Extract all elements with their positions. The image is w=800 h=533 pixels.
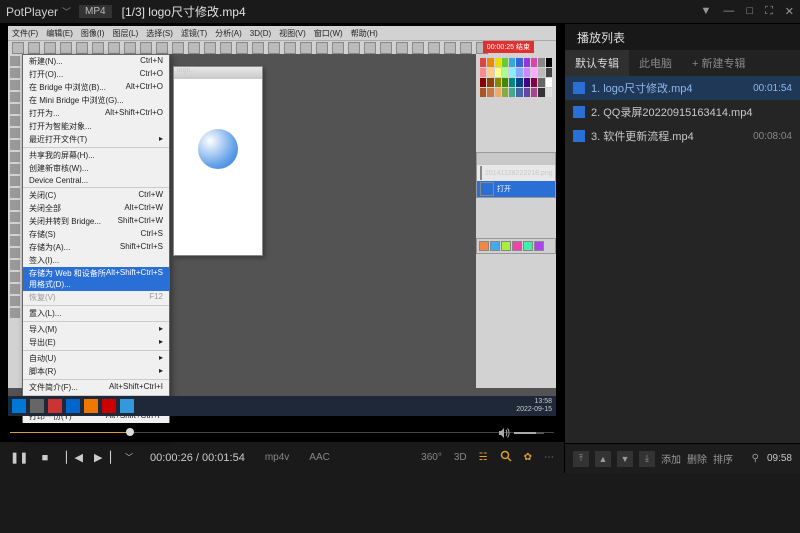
ps-document-window: logo... [173,66,263,256]
ps-doc-title: logo... [174,67,262,79]
close-icon[interactable]: ✕ [785,5,794,18]
pause-button[interactable]: ❚❚ [10,451,24,464]
fullscreen-icon[interactable]: ⛶ [765,5,773,18]
next-button[interactable]: ▶▕ [94,451,108,464]
format-badge: MP4 [79,5,112,18]
layer-filename: 20141128222218.png [485,170,553,177]
tab-computer[interactable]: 此电脑 [629,50,682,76]
ps-layers-panel: 图层 20141128222218.png 打开 [476,152,556,198]
search-icon[interactable]: ⚲ [752,453,759,464]
item-duration: 00:01:54 [753,83,792,94]
video-title: [1/3] logo尺寸修改.mp4 [122,3,246,20]
playlist-header: 播放列表 [565,24,800,50]
volume-icon[interactable] [498,427,510,439]
taskbar-date: 2022-09-15 [516,406,552,414]
tab-default-album[interactable]: 默认专辑 [565,50,629,76]
windows-taskbar: 13:582022-09-15 [8,396,556,416]
sort-button[interactable]: 排序 [713,451,733,466]
subtitle-button[interactable]: ☵ [479,452,488,463]
pin-icon[interactable]: ▼ [701,5,712,18]
search-icon[interactable] [500,450,512,465]
taskbar-time: 13:58 [516,398,552,406]
prev-button[interactable]: ▏◀ [66,451,80,464]
add-button[interactable]: 添加 [661,451,681,466]
audio-codec[interactable]: AAC [309,452,330,463]
delete-button[interactable]: 删除 [687,451,707,466]
ps-toolbox [8,54,22,388]
file-icon [573,82,585,94]
file-icon [573,106,585,118]
video-codec[interactable]: mp4v [265,452,289,463]
playlist-footer: ⤒ ▲ ▼ ⤓ 添加 删除 排序 ⚲ 09:58 [565,443,800,473]
playlist-tabs: 默认专辑 此电脑 + 新建专辑 [565,50,800,76]
playback-controls: ❚❚ ■ ▏◀ ▶▕ ﹀ 00:00:26 / 00:01:54 mp4v AA… [0,441,564,473]
playlist-item[interactable]: 1. logo尺寸修改.mp4 00:01:54 [565,76,800,100]
recording-badge: 00:00:25 结束 [483,41,534,53]
playlist-item[interactable]: 3. 软件更新流程.mp4 00:08:04 [565,124,800,148]
settings-icon[interactable]: ✿ [524,452,532,463]
seek-bar[interactable] [0,423,564,441]
footer-time: 09:58 [767,453,792,464]
item-duration: 00:08:04 [753,131,792,142]
item-name: 3. 软件更新流程.mp4 [591,128,747,144]
playlist-panel: 播放列表 默认专辑 此电脑 + 新建专辑 1. logo尺寸修改.mp4 00:0… [564,24,800,473]
video-area: 文件(F)编辑(E)图像(I)图层(L)选择(S)滤镜(T)分析(A)3D(D)… [0,24,564,473]
video-content[interactable]: 文件(F)编辑(E)图像(I)图层(L)选择(S)滤镜(T)分析(A)3D(D)… [0,24,564,423]
ps-file-menu-dropdown: 新建(N)...Ctrl+N打开(O)...Ctrl+O在 Bridge 中浏览… [22,54,170,440]
minimize-icon[interactable]: — [723,5,734,18]
menu-icon[interactable]: ⋯ [544,452,554,463]
stop-button[interactable]: ■ [38,452,52,464]
time-display: 00:00:26 / 00:01:54 [150,452,245,464]
ps-toolbar [8,40,556,54]
volume-slider[interactable] [514,432,544,434]
ps-swatches [476,54,556,102]
app-name[interactable]: PotPlayer ﹀ [6,5,71,19]
current-time: 00:00:26 [150,452,193,464]
playlist-items: 1. logo尺寸修改.mp4 00:01:54 2. QQ录屏2022091516… [565,76,800,443]
seek-knob[interactable] [126,428,134,436]
move-bottom-button[interactable]: ⤓ [639,451,655,467]
move-top-button[interactable]: ⤒ [573,451,589,467]
ps-mini-panel [476,238,556,254]
titlebar: PotPlayer ﹀ MP4 [1/3] logo尺寸修改.mp4 ▼ — □… [0,0,800,24]
chevron-down-icon[interactable]: ﹀ [122,452,136,463]
360-button[interactable]: 360° [421,452,442,463]
item-name: 2. QQ录屏20220915163414.mp4 [591,104,786,120]
item-name: 1. logo尺寸修改.mp4 [591,80,747,96]
3d-button[interactable]: 3D [454,452,467,463]
total-time: 00:01:54 [202,452,245,464]
maximize-icon[interactable]: □ [746,5,753,18]
tab-new-album[interactable]: + 新建专辑 [682,50,755,76]
chevron-down-icon: ﹀ [62,5,71,18]
layer-open: 打开 [497,184,511,194]
logo-sphere [198,129,238,169]
app-label: PotPlayer [6,5,58,19]
move-up-button[interactable]: ▲ [595,451,611,467]
move-down-button[interactable]: ▼ [617,451,633,467]
playlist-item[interactable]: 2. QQ录屏20220915163414.mp4 [565,100,800,124]
ps-menubar: 文件(F)编辑(E)图像(I)图层(L)选择(S)滤镜(T)分析(A)3D(D)… [8,26,556,40]
window-controls: ▼ — □ ⛶ ✕ [701,5,794,18]
video-frame-photoshop: 文件(F)编辑(E)图像(I)图层(L)选择(S)滤镜(T)分析(A)3D(D)… [8,26,556,416]
file-icon [573,130,585,142]
ps-right-panels: 图层 20141128222218.png 打开 [476,54,556,388]
